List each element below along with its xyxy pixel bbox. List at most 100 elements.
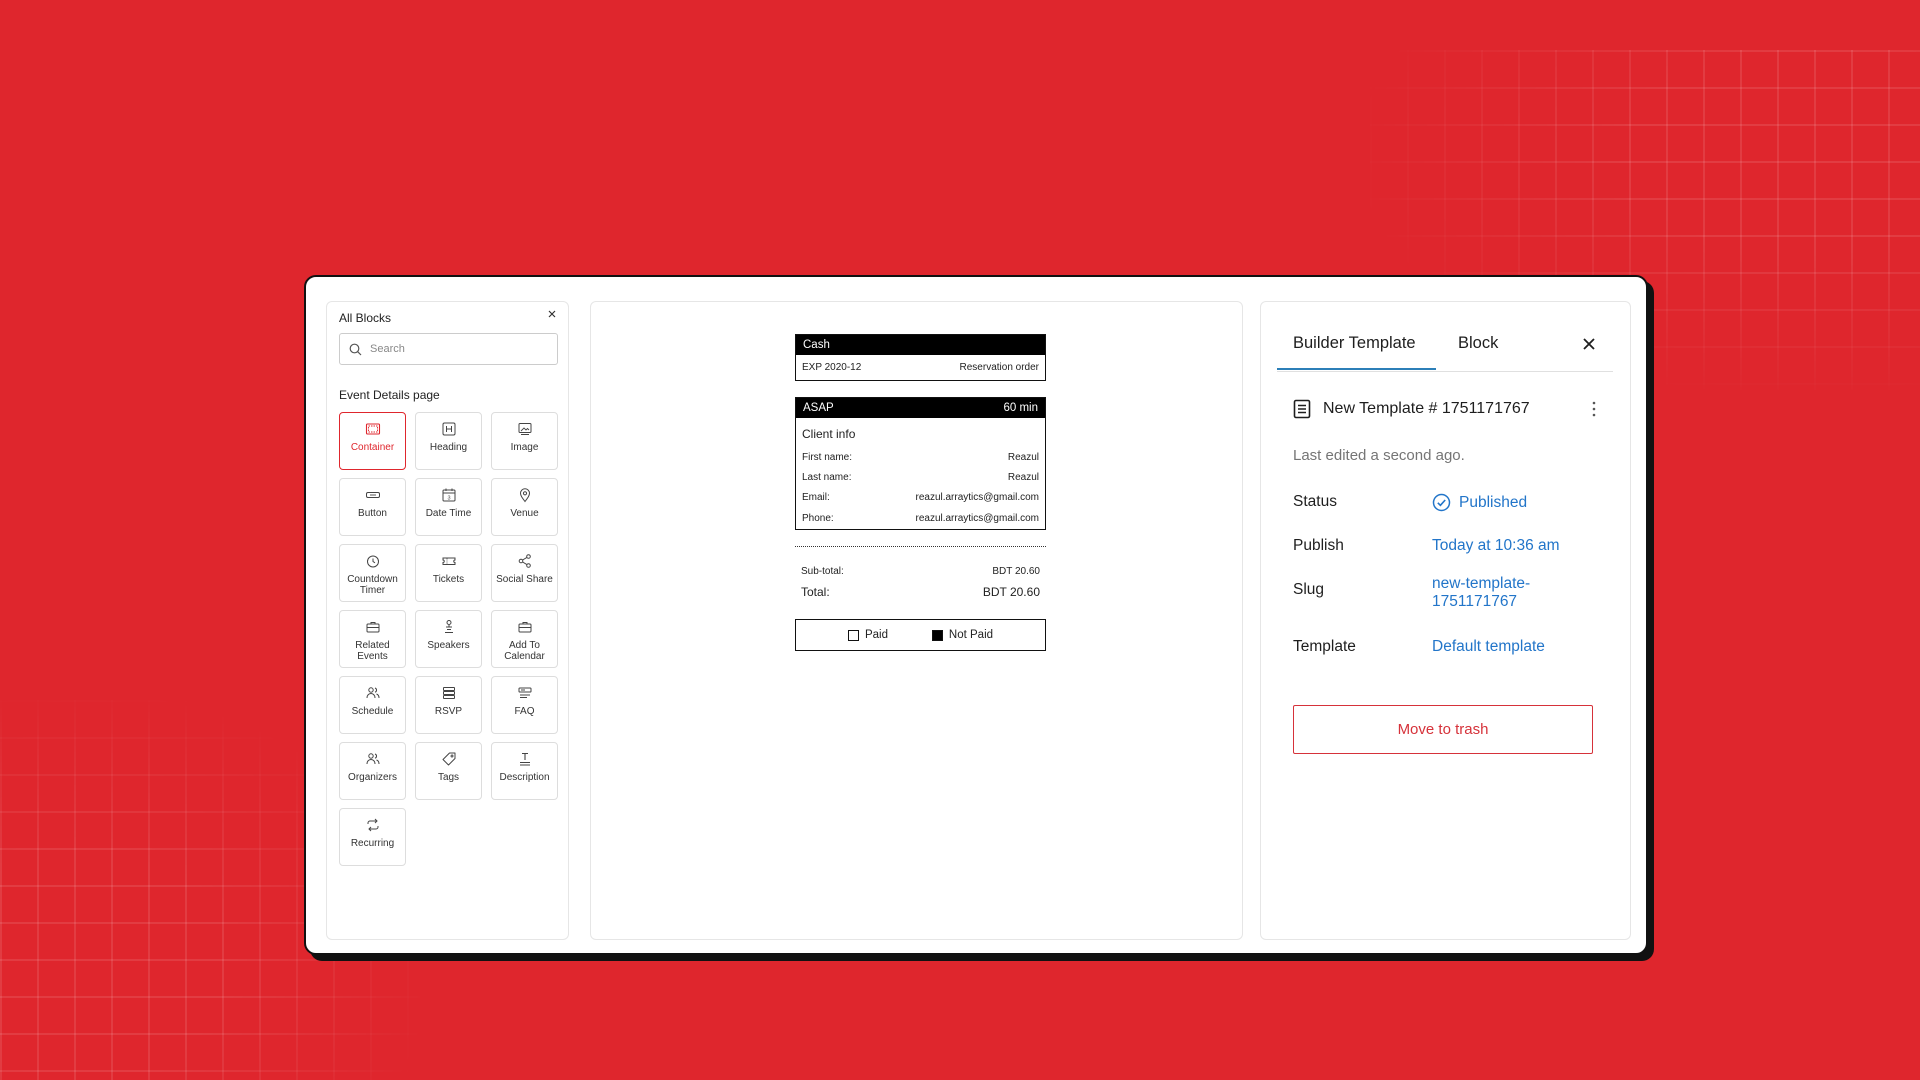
block-tile-date-time[interactable]: 3 Date Time [415, 478, 482, 536]
block-tile-add-to-calendar[interactable]: Add To Calendar [491, 610, 558, 668]
subtotal-row: Sub-total: BDT 20.60 [795, 561, 1046, 581]
move-to-trash-button[interactable]: Move to trash [1293, 705, 1593, 754]
timing-header: ASAP 60 min [796, 398, 1045, 418]
status-value[interactable]: Published [1432, 493, 1527, 512]
field-row: Last name: Reazul [796, 467, 1045, 487]
total-row: Total: BDT 20.60 [795, 581, 1046, 603]
block-tile-button[interactable]: Button [339, 478, 406, 536]
field-key: Email: [802, 491, 830, 503]
field-row: Phone: reazul.arraytics@gmail.com [796, 507, 1045, 529]
client-info-title: Client info [802, 427, 856, 441]
map-pin-icon [519, 488, 530, 503]
block-tile-label: Related Events [355, 640, 390, 662]
block-tile-label: Add To Calendar [504, 640, 545, 662]
publish-label: Publish [1293, 537, 1344, 554]
timer-icon [366, 555, 379, 568]
block-tile-label: Speakers [427, 640, 470, 651]
button-icon [365, 492, 380, 498]
template-header: New Template # 1751171767 [1293, 397, 1603, 421]
block-tile-container[interactable]: Container [339, 412, 406, 470]
timing-left: ASAP [803, 402, 834, 414]
block-tile-tags[interactable]: Tags [415, 742, 482, 800]
block-tile-label: Container [350, 442, 395, 453]
calendar-icon: 3 [442, 488, 455, 502]
publish-row: Publish Today at 10:36 am [1293, 537, 1613, 559]
users-icon [366, 687, 379, 699]
svg-text:3: 3 [447, 495, 450, 501]
related-events-icon [366, 622, 379, 633]
paid-option[interactable]: Paid [847, 629, 888, 641]
block-tile-label: Heading [429, 442, 468, 453]
ticket-icon [442, 557, 455, 565]
check-circle-icon [1432, 493, 1451, 512]
block-tile-label: Social Share [496, 574, 553, 585]
field-value: Reazul [1007, 451, 1039, 463]
payment-box[interactable]: Cash EXP 2020-12 Reservation order [795, 334, 1046, 381]
block-tile-recurring[interactable]: Recurring [339, 808, 406, 866]
payment-status-box: Paid Not Paid [795, 619, 1046, 651]
add-calendar-icon [518, 622, 531, 633]
slug-value-line1: new-template- [1432, 575, 1531, 592]
editor-window: All Blocks Event Details page Container … [304, 275, 1648, 955]
heading-icon [442, 422, 455, 436]
block-tile-label: Image [510, 442, 539, 453]
subtotal-label: Sub-total: [801, 565, 844, 577]
block-tile-label: Recurring [350, 838, 395, 849]
block-tile-tickets[interactable]: Tickets [415, 544, 482, 602]
field-row: Email: reazul.arraytics@gmail.com [796, 487, 1045, 507]
slug-value[interactable]: new-template- 1751171767 [1432, 575, 1530, 611]
client-info-box[interactable]: ASAP 60 min Client info First name: Reaz… [795, 397, 1046, 530]
tag-icon [442, 752, 455, 766]
status-row: Status Published [1293, 493, 1613, 515]
block-tile-label: Description [499, 772, 550, 783]
block-tile-schedule[interactable]: Schedule [339, 676, 406, 734]
block-tile-faq[interactable]: FAQ [491, 676, 558, 734]
template-title: New Template # 1751171767 [1323, 400, 1530, 417]
field-value: reazul.arraytics@gmail.com [915, 512, 1039, 524]
status-label: Status [1293, 493, 1337, 510]
slug-row: Slug new-template- 1751171767 [1293, 575, 1613, 621]
block-tile-speakers[interactable]: Speakers [415, 610, 482, 668]
field-value: Reazul [1007, 471, 1039, 483]
users-icon [366, 753, 379, 765]
block-tile-venue[interactable]: Venue [491, 478, 558, 536]
close-icon[interactable] [545, 307, 559, 321]
blocks-panel-title: All Blocks [339, 311, 392, 325]
settings-sidebar: Builder Template Block New Template # 17… [1260, 301, 1631, 940]
repeat-icon [367, 818, 378, 832]
not-paid-option[interactable]: Not Paid [931, 629, 993, 641]
block-tile-social-share[interactable]: Social Share [491, 544, 558, 602]
block-tile-rsvp[interactable]: RSVP [415, 676, 482, 734]
block-tile-description[interactable]: Description [491, 742, 558, 800]
container-icon [365, 423, 380, 435]
tab-builder-template[interactable]: Builder Template [1293, 334, 1416, 353]
block-tile-organizers[interactable]: Organizers [339, 742, 406, 800]
tab-block[interactable]: Block [1458, 334, 1498, 353]
field-key: Last name: [802, 471, 852, 483]
dotted-divider [795, 546, 1046, 547]
search-field[interactable] [339, 333, 558, 365]
checkbox-empty-icon [847, 629, 859, 641]
paid-label: Paid [864, 629, 888, 641]
search-input[interactable] [368, 342, 542, 356]
payment-header: Cash [796, 335, 1045, 355]
field-value: reazul.arraytics@gmail.com [915, 491, 1039, 503]
field-row: First name: Reazul [796, 447, 1045, 467]
template-value[interactable]: Default template [1432, 638, 1545, 656]
block-tile-heading[interactable]: Heading [415, 412, 482, 470]
block-tile-label: Organizers [348, 772, 397, 783]
field-key: First name: [802, 451, 853, 463]
block-tile-related-events[interactable]: Related Events [339, 610, 406, 668]
block-tile-label: Schedule [351, 706, 394, 717]
block-tile-label: Tickets [432, 574, 465, 585]
publish-value[interactable]: Today at 10:36 am [1432, 537, 1560, 555]
close-icon[interactable] [1581, 336, 1597, 352]
settings-tabs: Builder Template Block [1277, 302, 1613, 372]
block-tile-countdown-timer[interactable]: Countdown Timer [339, 544, 406, 602]
image-icon [518, 423, 531, 435]
block-tile-image[interactable]: Image [491, 412, 558, 470]
slug-value-line2: 1751171767 [1432, 593, 1518, 610]
faq-icon [518, 687, 531, 698]
more-options-icon[interactable] [1589, 399, 1599, 419]
total-label: Total: [801, 585, 830, 599]
